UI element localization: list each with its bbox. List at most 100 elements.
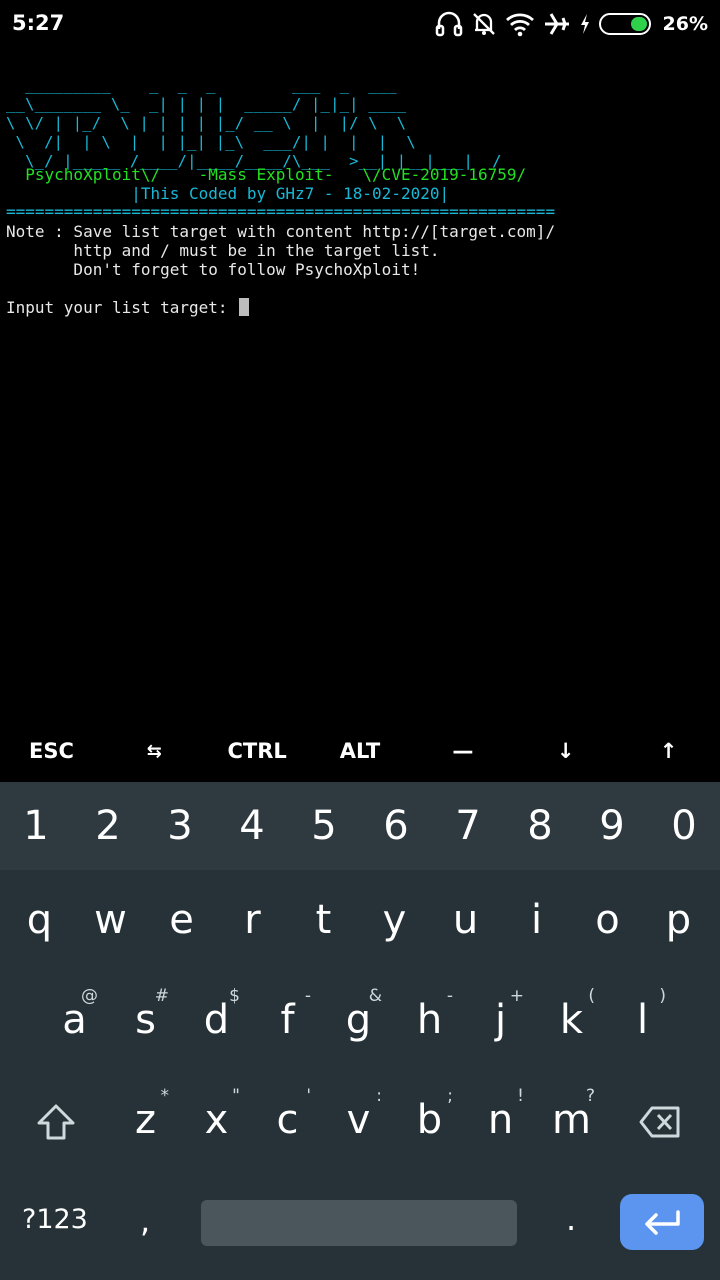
bottom-row: ?123 , . <box>0 1182 720 1280</box>
number-row: 1 2 3 4 5 6 7 8 9 0 <box>0 782 720 870</box>
key-label: c <box>276 1097 299 1143</box>
key-y[interactable]: y <box>359 870 430 970</box>
key-1[interactable]: 1 <box>0 782 72 870</box>
battery-icon <box>598 13 651 35</box>
spacebar[interactable] <box>201 1200 517 1246</box>
input-prompt[interactable]: Input your list target: <box>6 298 250 317</box>
key-label: h <box>416 997 443 1043</box>
key-r[interactable]: r <box>217 870 288 970</box>
key-4[interactable]: 4 <box>216 782 288 870</box>
key-label: l <box>636 997 649 1043</box>
down-arrow-key[interactable]: ↓ <box>514 720 617 782</box>
dash-key[interactable]: — <box>411 720 514 782</box>
key-v[interactable]: v: <box>323 1070 394 1170</box>
battery-percent: 26% <box>662 13 708 35</box>
key-6[interactable]: 6 <box>360 782 432 870</box>
esc-key[interactable]: ESC <box>0 720 103 782</box>
key-3[interactable]: 3 <box>144 782 216 870</box>
key-hint: ( <box>588 986 595 1006</box>
mute-icon <box>472 13 495 35</box>
status-bar: 5:27 26% <box>0 0 720 48</box>
key-s[interactable]: s # <box>110 970 181 1070</box>
key-8[interactable]: 8 <box>504 782 576 870</box>
key-hint: - <box>304 986 311 1006</box>
note-line-2: http and / must be in the target list. <box>6 241 440 260</box>
key-label: n <box>487 1097 514 1143</box>
clock: 5:27 <box>12 11 65 35</box>
key-hint: ! <box>517 1086 524 1106</box>
key-c[interactable]: c ' <box>252 1070 323 1170</box>
key-t[interactable]: t <box>288 870 359 970</box>
key-7[interactable]: 7 <box>432 782 504 870</box>
key-label: u <box>452 897 479 943</box>
key-hint: - <box>446 986 453 1006</box>
key-label: t <box>315 897 332 943</box>
key-d[interactable]: d $ <box>181 970 252 1070</box>
key-q[interactable]: q <box>4 870 75 970</box>
key-x[interactable]: x " <box>181 1070 252 1170</box>
key-hint: + <box>509 986 524 1006</box>
key-a[interactable]: a @ <box>39 970 110 1070</box>
key-m[interactable]: m? <box>536 1070 607 1170</box>
key-label: i <box>530 897 543 943</box>
letter-row-3: z * x " c ' v: b; n! m? <box>110 1070 607 1170</box>
key-e[interactable]: e <box>146 870 217 970</box>
key-z[interactable]: z * <box>110 1070 181 1170</box>
key-f[interactable]: f- <box>252 970 323 1070</box>
key-hint: ? <box>585 1086 595 1106</box>
separator-line: ========================================… <box>6 202 556 221</box>
key-hint: ' <box>306 1086 311 1106</box>
key-label: d <box>203 997 230 1043</box>
wifi-icon <box>505 13 534 37</box>
key-label: k <box>559 997 584 1043</box>
key-b[interactable]: b; <box>394 1070 465 1170</box>
enter-key[interactable] <box>620 1194 704 1250</box>
key-h[interactable]: h- <box>394 970 465 1070</box>
key-o[interactable]: o <box>572 870 643 970</box>
period-key[interactable]: . <box>566 1200 576 1238</box>
tab-key[interactable]: ⇆ <box>103 720 206 782</box>
key-n[interactable]: n! <box>465 1070 536 1170</box>
key-label: v <box>346 1097 371 1143</box>
note-line-3: Don't forget to follow PsychoXploit! <box>6 260 421 279</box>
key-i[interactable]: i <box>501 870 572 970</box>
credit-line: |This Coded by GHz7 - 18-02-2020| <box>6 184 450 203</box>
banner-subtitle: PsychoXploit\/ -Mass Exploit- \/CVE-2019… <box>6 165 527 184</box>
key-label: b <box>416 1097 443 1143</box>
key-label: x <box>204 1097 229 1143</box>
key-label: s <box>135 997 156 1043</box>
ctrl-key[interactable]: CTRL <box>206 720 309 782</box>
key-label: r <box>244 897 261 943</box>
text-cursor <box>239 298 250 316</box>
key-j[interactable]: j + <box>465 970 536 1070</box>
key-u[interactable]: u <box>430 870 501 970</box>
key-p[interactable]: p <box>643 870 714 970</box>
backspace-key[interactable] <box>620 1072 700 1172</box>
extra-keys-row: ESC ⇆ CTRL ALT — ↓ ↑ <box>0 720 720 782</box>
key-k[interactable]: k( <box>536 970 607 1070</box>
key-0[interactable]: 0 <box>648 782 720 870</box>
key-label: z <box>135 1097 156 1143</box>
key-hint: : <box>376 1086 382 1106</box>
letter-row-1: q w e r t y u i o p <box>4 870 714 970</box>
key-label: f <box>280 997 295 1043</box>
key-9[interactable]: 9 <box>576 782 648 870</box>
symbols-key[interactable]: ?123 <box>22 1204 88 1235</box>
backspace-icon <box>639 1106 680 1138</box>
prompt-label: Input your list target: <box>6 298 238 317</box>
comma-key[interactable]: , <box>140 1202 150 1240</box>
up-arrow-key[interactable]: ↑ <box>617 720 720 782</box>
terminal-screen[interactable]: _________ _ _ _ ___ _ ___ __\_______ \_ … <box>0 48 720 720</box>
shift-key[interactable] <box>16 1072 96 1172</box>
key-hint: $ <box>229 986 240 1006</box>
alt-key[interactable]: ALT <box>309 720 412 782</box>
key-w[interactable]: w <box>75 870 146 970</box>
shift-arrow-icon <box>37 1104 75 1140</box>
key-5[interactable]: 5 <box>288 782 360 870</box>
key-label: p <box>665 897 692 943</box>
key-g[interactable]: g & <box>323 970 394 1070</box>
ascii-banner: _________ _ _ _ ___ _ ___ __\_______ \_ … <box>6 76 502 170</box>
key-2[interactable]: 2 <box>72 782 144 870</box>
enter-icon <box>645 1210 680 1235</box>
key-l[interactable]: l) <box>607 970 678 1070</box>
